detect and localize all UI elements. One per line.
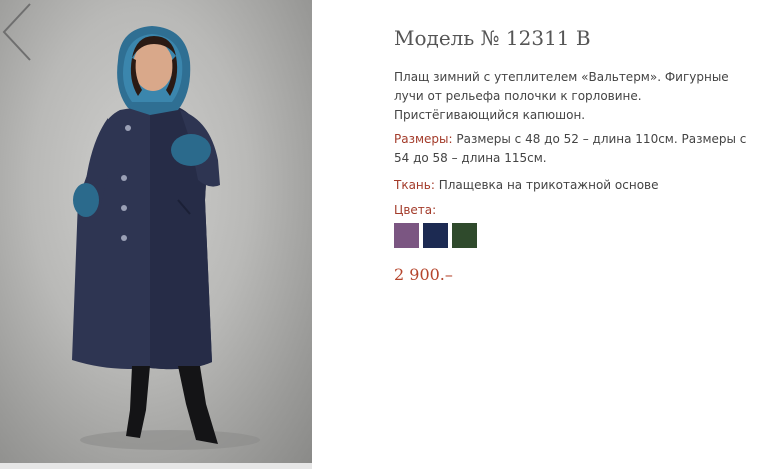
product-description: Плащ зимний с утеплителем «Вальтерм». Фи… [394, 70, 729, 122]
product-price: 2 900.– [394, 265, 453, 284]
color-swatch-purple[interactable] [394, 223, 419, 248]
color-swatch-dark-green[interactable] [452, 223, 477, 248]
colors-label: Цвета: [394, 203, 437, 217]
fabric-label: Ткань: [394, 178, 435, 192]
fabric-value: Плащевка на трикотажной основе [434, 178, 659, 192]
product-fabric: Ткань: Плащевка на трикотажной основе [394, 176, 762, 195]
product-photo [0, 0, 312, 463]
model-illustration [72, 26, 260, 450]
product-sizes: Размеры: Размеры с 48 до 52 – длина 110с… [394, 130, 762, 168]
product-title: Модель № 12311 В [394, 26, 591, 50]
chevron-left-icon[interactable] [0, 0, 34, 64]
sizes-label: Размеры: [394, 132, 453, 146]
photo-border [0, 463, 312, 469]
color-swatches [394, 223, 477, 248]
color-swatch-navy[interactable] [423, 223, 448, 248]
